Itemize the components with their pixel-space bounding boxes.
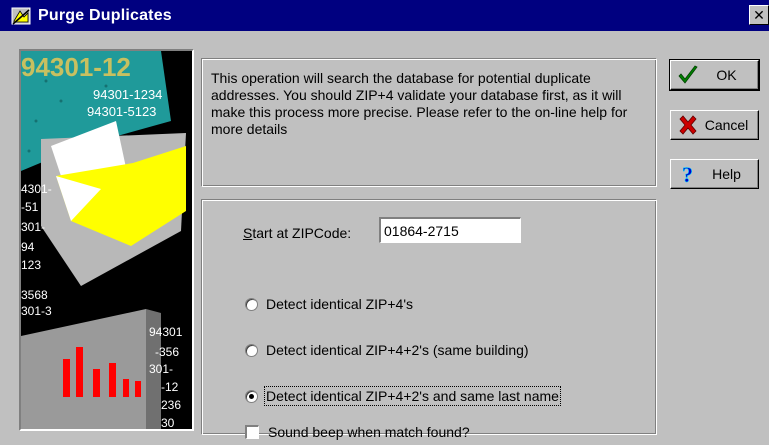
start-zip-input[interactable]: 01864-2715: [379, 217, 521, 243]
collage-number: 30: [161, 416, 175, 429]
collage-number: 94301-1234: [93, 87, 162, 102]
collage-number: 94301: [149, 325, 183, 339]
radio-detect-zip42-building[interactable]: Detect identical ZIP+4+2's (same buildin…: [245, 342, 529, 358]
collage-number: -356: [155, 345, 179, 359]
radio-button-selected[interactable]: [245, 389, 258, 403]
start-zip-label: Start at ZIPCode:: [243, 225, 352, 241]
svg-text:?: ?: [682, 163, 693, 185]
collage-number: 94301-12: [21, 52, 131, 82]
close-button[interactable]: ✕: [749, 5, 769, 25]
collage-number: -51: [21, 200, 39, 214]
radio-button[interactable]: [245, 343, 258, 357]
app-icon: [11, 7, 31, 25]
cancel-label: Cancel: [704, 117, 749, 133]
options-panel: Start at ZIPCode: 01864-2715 Detect iden…: [201, 199, 657, 440]
collage-number: 94301-5123: [87, 104, 156, 119]
ok-label: OK: [716, 67, 737, 83]
title-bar[interactable]: Purge Duplicates ✕: [0, 0, 769, 31]
window-title: Purge Duplicates: [38, 6, 172, 24]
red-x-icon: [679, 115, 697, 135]
help-button[interactable]: ? Help: [670, 159, 759, 189]
collage-number: -12: [161, 380, 179, 394]
collage-number: 301-3: [21, 304, 52, 318]
info-panel: This operation will search the database …: [201, 58, 657, 187]
close-icon: ✕: [753, 6, 765, 23]
info-description: This operation will search the database …: [211, 70, 628, 137]
question-mark-icon: ?: [682, 163, 694, 185]
start-zip-label-rest: tart at ZIPCode:: [252, 225, 352, 241]
collage-number: 301-: [21, 220, 45, 234]
checkmark-icon: [678, 65, 698, 84]
collage-number: 3568: [21, 288, 48, 302]
help-label: Help: [712, 166, 741, 182]
collage-number: 94: [21, 240, 35, 254]
radio-label-detect-zip42-lastname: Detect identical ZIP+4+2's and same last…: [264, 386, 561, 406]
beep-checkbox-label: Sound beep when match found?: [268, 424, 470, 440]
decorative-picture: 94301-12 94301-1234 94301-5123 4301- -51…: [19, 49, 194, 431]
cancel-button[interactable]: Cancel: [670, 110, 759, 140]
radio-detect-zip4[interactable]: Detect identical ZIP+4's: [245, 296, 413, 312]
collage-number: 236: [161, 398, 181, 412]
collage-number: 123: [21, 258, 41, 272]
radio-detect-zip42-lastname[interactable]: Detect identical ZIP+4+2's and same last…: [245, 386, 561, 406]
beep-checkbox-row[interactable]: Sound beep when match found?: [245, 424, 470, 440]
collage-number: 4301-: [21, 182, 52, 196]
radio-label-detect-zip42-building: Detect identical ZIP+4+2's (same buildin…: [266, 342, 529, 358]
ok-button[interactable]: OK: [669, 59, 760, 91]
radio-button[interactable]: [245, 297, 258, 311]
radio-label-detect-zip4: Detect identical ZIP+4's: [266, 296, 414, 312]
zip-collage-image: 94301-12 94301-1234 94301-5123 4301- -51…: [21, 51, 192, 429]
collage-number: 301-: [149, 362, 173, 376]
dialog-body: 94301-12 94301-1234 94301-5123 4301- -51…: [0, 31, 769, 445]
beep-checkbox[interactable]: [245, 425, 259, 439]
